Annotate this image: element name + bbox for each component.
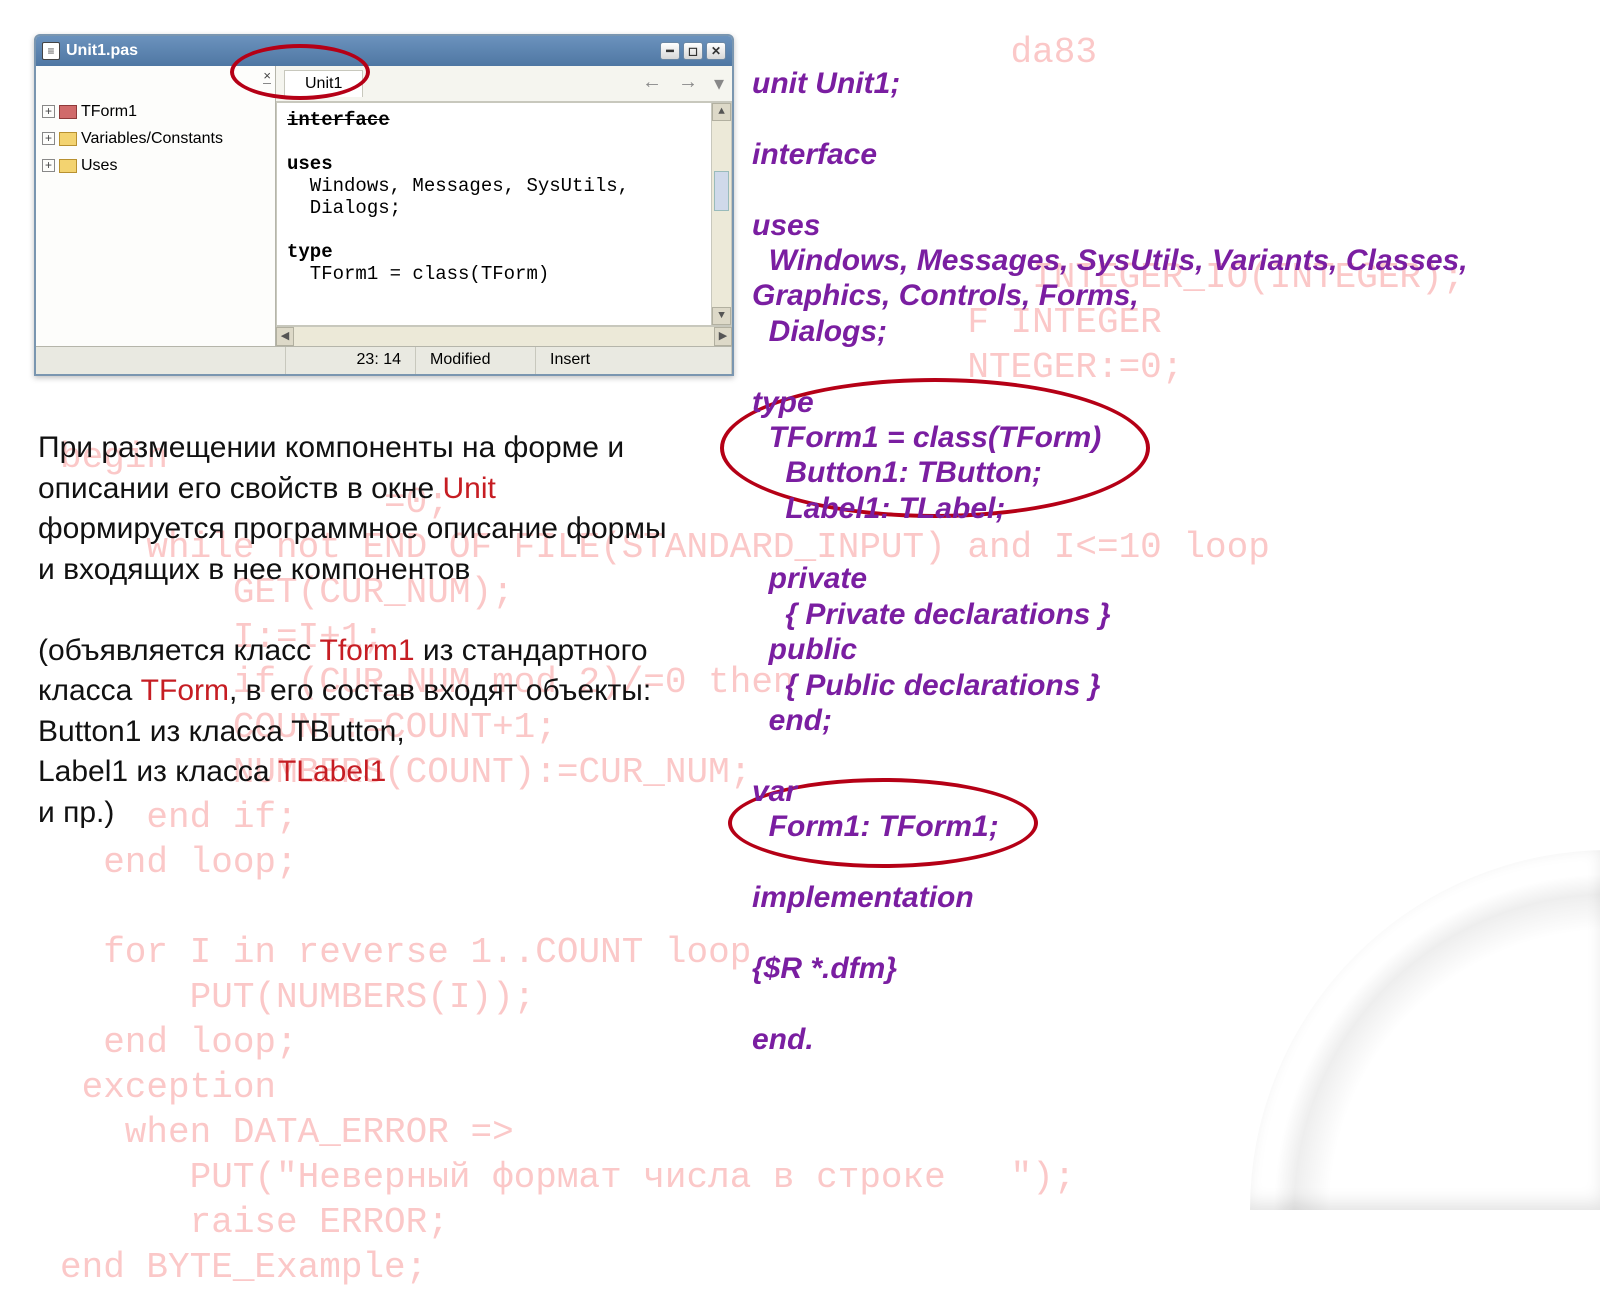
- tree-label: Variables/Constants: [81, 125, 223, 152]
- src-line: { Public declarations }: [752, 669, 1100, 702]
- status-pos: 23: 14: [286, 347, 416, 376]
- tree-item[interactable]: + TForm1: [42, 98, 269, 125]
- src-line: end;: [752, 704, 832, 737]
- expand-icon[interactable]: +: [42, 132, 55, 145]
- tree-label: Uses: [81, 152, 117, 179]
- desc-highlight: TForm: [141, 674, 229, 707]
- src-line: Windows, Messages, SysUtils, Variants, C…: [752, 244, 1476, 312]
- src-line: public: [752, 633, 857, 666]
- tree-pane: × + TForm1 + Variables/Constants + Uses: [36, 66, 276, 346]
- status-modified: Modified: [416, 347, 536, 376]
- code-kw-interface: interface: [287, 109, 390, 131]
- code-editor[interactable]: interface uses Windows, Messages, SysUti…: [276, 102, 732, 326]
- status-mode: Insert: [536, 347, 732, 376]
- src-line: { Private declarations }: [752, 598, 1111, 631]
- scroll-left-icon[interactable]: ◀: [276, 327, 294, 346]
- desc-text: (объявляется класс: [38, 634, 320, 667]
- pane-close-icon[interactable]: ×: [263, 68, 271, 84]
- src-line: interface: [752, 138, 877, 171]
- src-line: uses: [752, 209, 820, 242]
- src-line: var: [752, 775, 797, 808]
- maximize-button[interactable]: ◻: [683, 42, 703, 60]
- editor-pane: Unit1 ← → ▾ interface uses Windows, Mess…: [276, 66, 732, 346]
- src-line: TForm1 = class(TForm): [752, 421, 1101, 454]
- code-line: Dialogs;: [287, 197, 401, 219]
- src-line: type: [752, 386, 814, 419]
- document-icon: ≡: [42, 42, 60, 60]
- src-line: private: [752, 562, 867, 595]
- code-line: TForm1 = class(TForm): [287, 263, 549, 285]
- scroll-down-icon[interactable]: ▼: [712, 307, 731, 325]
- desc-text: Label1 из класса: [38, 755, 278, 788]
- desc-text: формируется программное описание формы и…: [38, 512, 667, 586]
- src-line: implementation: [752, 881, 974, 914]
- tab-row: Unit1 ← → ▾: [276, 66, 732, 102]
- desc-text: При размещении компоненты на форме и опи…: [38, 431, 624, 505]
- scroll-thumb[interactable]: [714, 171, 729, 211]
- description-text: При размещении компоненты на форме и опи…: [38, 428, 668, 833]
- tree-item[interactable]: + Variables/Constants: [42, 125, 269, 152]
- ide-window: ≡ Unit1.pas ━ ◻ ✕ × + TForm1 + Variables…: [34, 34, 734, 376]
- scroll-right-icon[interactable]: ▶: [714, 327, 732, 346]
- expand-icon[interactable]: +: [42, 105, 55, 118]
- code-kw-uses: uses: [287, 153, 333, 175]
- tab-unit1[interactable]: Unit1: [284, 70, 363, 97]
- desc-highlight: Unit: [443, 472, 496, 505]
- desc-text: Button1 из класса TButton,: [38, 712, 668, 753]
- code-line: Windows, Messages, SysUtils,: [287, 175, 629, 197]
- source-listing: unit Unit1; interface uses Windows, Mess…: [752, 66, 1512, 1057]
- vertical-scrollbar[interactable]: ▲▼: [711, 103, 731, 325]
- nav-dropdown-icon[interactable]: ▾: [714, 71, 724, 96]
- desc-text: , в его состав входят объекты:: [229, 674, 651, 707]
- close-button[interactable]: ✕: [706, 42, 726, 60]
- src-line: Form1: TForm1;: [752, 810, 999, 843]
- tree-item[interactable]: + Uses: [42, 152, 269, 179]
- desc-text: и пр.): [38, 793, 668, 834]
- nav-fwd-icon[interactable]: →: [678, 71, 698, 96]
- horizontal-scrollbar[interactable]: ◀ ▶: [276, 326, 732, 346]
- window-title: Unit1.pas: [66, 42, 138, 60]
- desc-highlight: Tform1: [320, 634, 415, 667]
- folder-icon: [59, 132, 77, 146]
- code-kw-type: type: [287, 241, 333, 263]
- statusbar: 23: 14 Modified Insert: [36, 346, 732, 376]
- src-line: {$R *.dfm}: [752, 952, 897, 985]
- src-line: Dialogs;: [752, 315, 887, 348]
- scroll-up-icon[interactable]: ▲: [712, 103, 731, 121]
- expand-icon[interactable]: +: [42, 159, 55, 172]
- src-line: end.: [752, 1023, 814, 1056]
- src-line: Button1: TButton;: [752, 456, 1042, 489]
- titlebar: ≡ Unit1.pas ━ ◻ ✕: [36, 36, 732, 66]
- src-line: Label1: TLabel;: [752, 492, 1005, 525]
- desc-highlight: TLabel1: [278, 755, 386, 788]
- minimize-button[interactable]: ━: [660, 42, 680, 60]
- nav-back-icon[interactable]: ←: [642, 71, 662, 96]
- src-line: unit Unit1;: [752, 67, 900, 100]
- tree-label: TForm1: [81, 98, 137, 125]
- folder-icon: [59, 159, 77, 173]
- form-icon: [59, 105, 77, 119]
